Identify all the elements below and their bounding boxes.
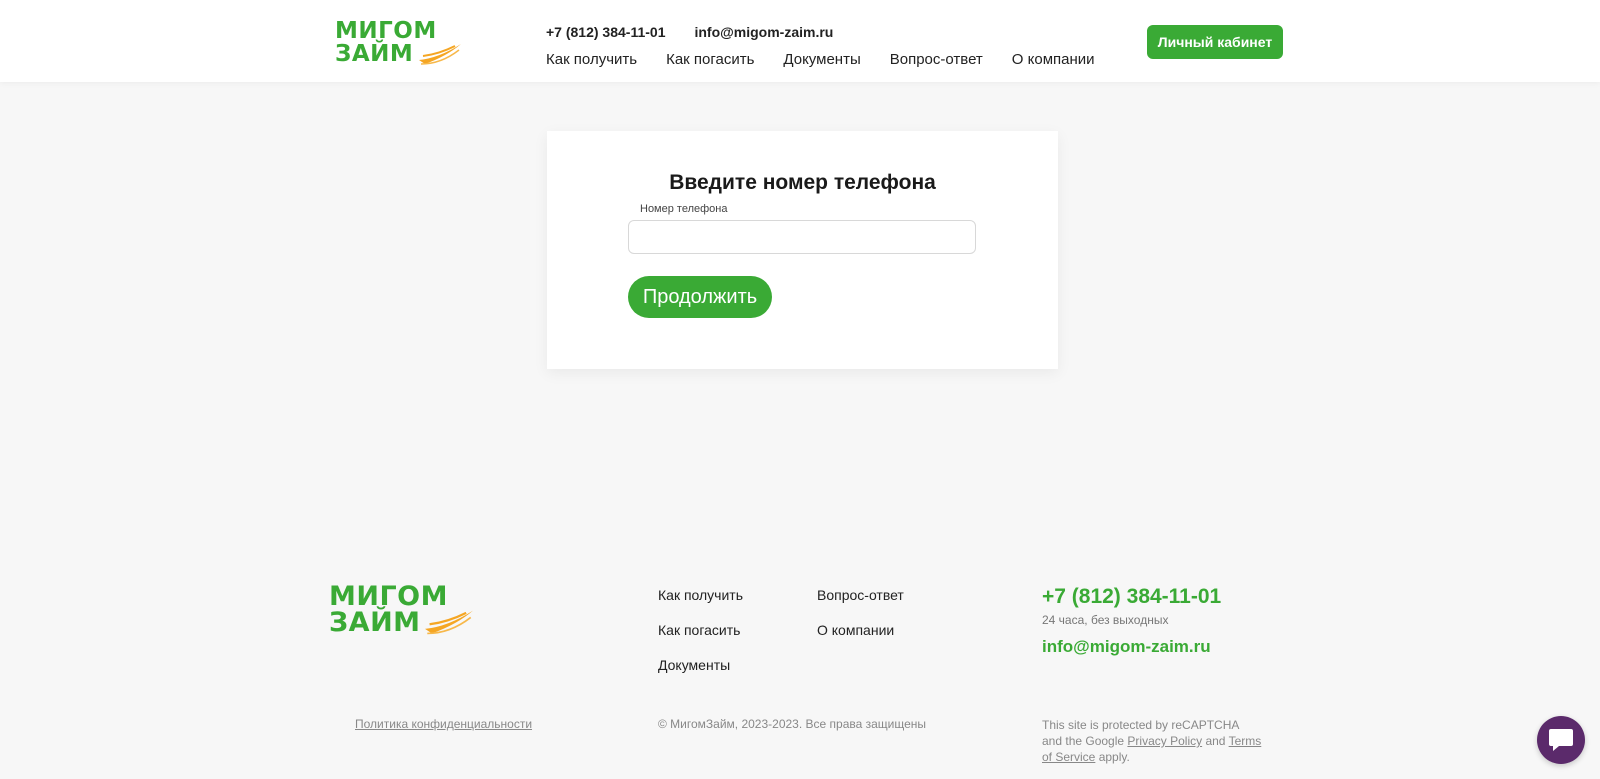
form-title: Введите номер телефона	[669, 171, 936, 194]
swoosh-icon	[419, 44, 461, 65]
footer-link-how-to-get[interactable]: Как получить	[658, 587, 743, 603]
footer-link-about[interactable]: О компании	[817, 622, 894, 638]
site-header: МИГОМ ЗАЙМ +7 (812) 384-11-01 info@migom…	[0, 0, 1600, 82]
recaptcha-notice: This site is protected by reCAPTCHA and …	[1042, 717, 1262, 765]
recaptcha-apply: apply.	[1098, 750, 1130, 764]
nav-item-faq[interactable]: Вопрос-ответ	[890, 51, 983, 68]
footer-phone[interactable]: +7 (812) 384-11-01	[1042, 585, 1221, 609]
personal-cabinet-button[interactable]: Личный кабинет	[1147, 25, 1283, 59]
copyright-text: © МигомЗайм, 2023-2023. Все права защище…	[658, 717, 927, 731]
footer-link-documents[interactable]: Документы	[658, 657, 730, 673]
header-phone[interactable]: +7 (812) 384-11-01	[546, 24, 665, 40]
phone-input[interactable]	[628, 220, 976, 254]
chat-widget-button[interactable]	[1537, 716, 1585, 764]
privacy-policy-link[interactable]: Политика конфиденциальности	[355, 717, 532, 731]
phone-field-label: Номер телефона	[640, 203, 728, 215]
logo-text-line1: МИГОМ	[335, 18, 437, 44]
chat-bubble-icon	[1549, 729, 1573, 751]
nav-item-documents[interactable]: Документы	[783, 51, 860, 68]
footer-link-how-to-repay[interactable]: Как погасить	[658, 622, 740, 638]
footer-link-faq[interactable]: Вопрос-ответ	[817, 587, 904, 603]
footer-email[interactable]: info@migom-zaim.ru	[1042, 637, 1211, 657]
footer-hours: 24 часа, без выходных	[1042, 613, 1169, 627]
nav-item-how-to-get[interactable]: Как получить	[546, 51, 637, 68]
nav-item-how-to-repay[interactable]: Как погасить	[666, 51, 754, 68]
header-email[interactable]: info@migom-zaim.ru	[694, 24, 833, 40]
recaptcha-and: and	[1205, 734, 1226, 748]
header-contacts: +7 (812) 384-11-01 info@migom-zaim.ru	[546, 24, 833, 40]
continue-button[interactable]: Продолжить	[628, 276, 772, 318]
swoosh-icon	[425, 610, 473, 635]
site-logo[interactable]: МИГОМ ЗАЙМ	[335, 18, 461, 66]
main-nav: Как получить Как погасить Документы Вопр…	[546, 51, 1095, 68]
nav-item-about[interactable]: О компании	[1012, 51, 1095, 68]
google-privacy-link[interactable]: Privacy Policy	[1127, 734, 1202, 748]
footer-logo[interactable]: МИГОМ ЗАЙМ	[329, 583, 473, 636]
phone-form-card: Введите номер телефона Номер телефона Пр…	[547, 131, 1058, 369]
